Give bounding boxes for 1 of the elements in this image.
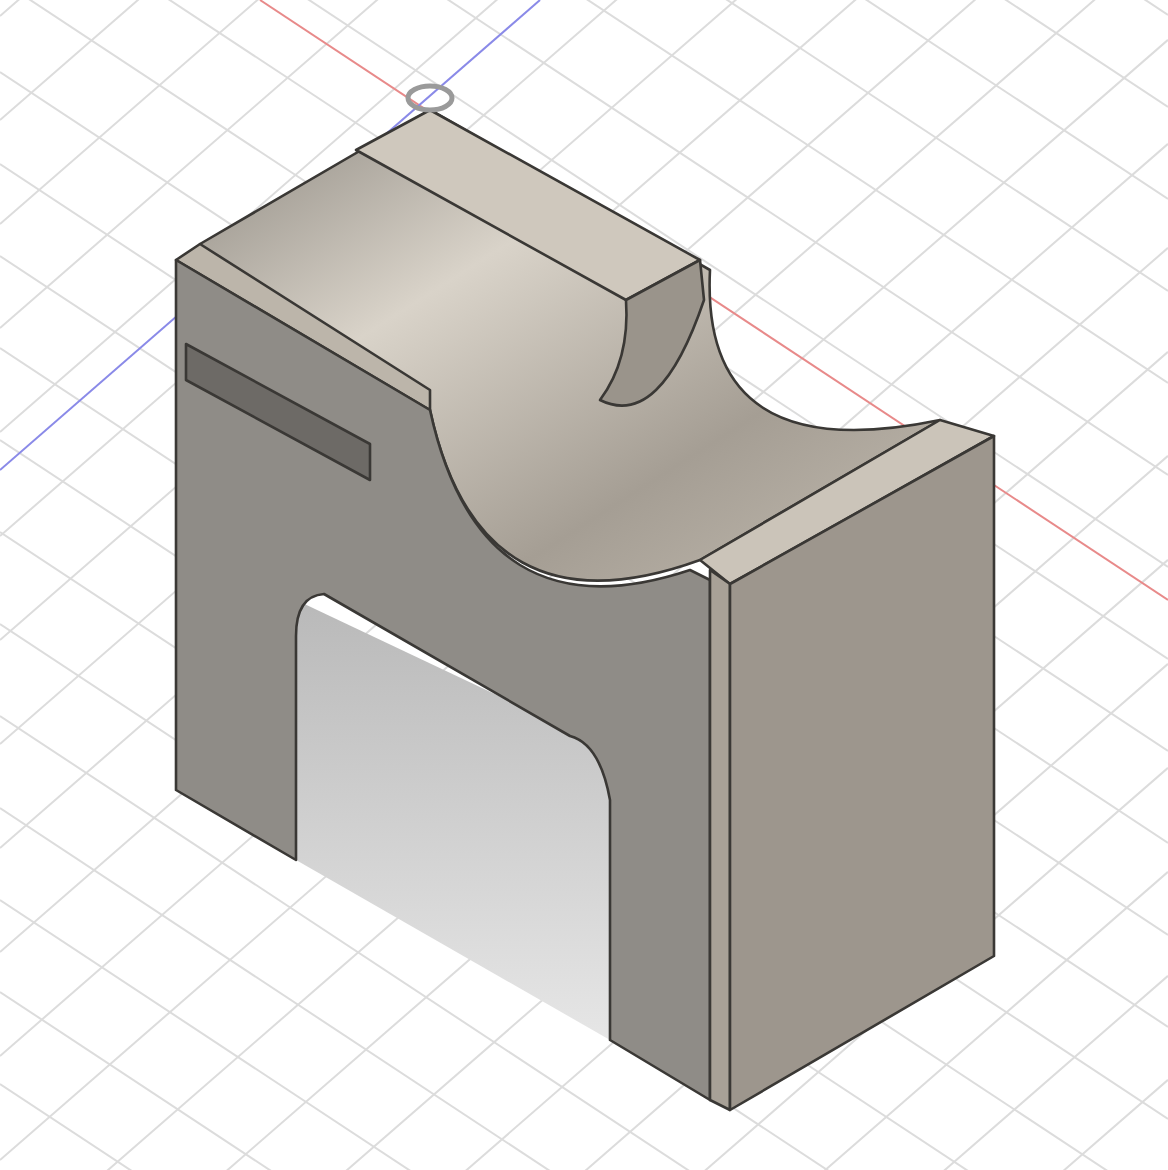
origin-icon[interactable] [405,83,455,113]
